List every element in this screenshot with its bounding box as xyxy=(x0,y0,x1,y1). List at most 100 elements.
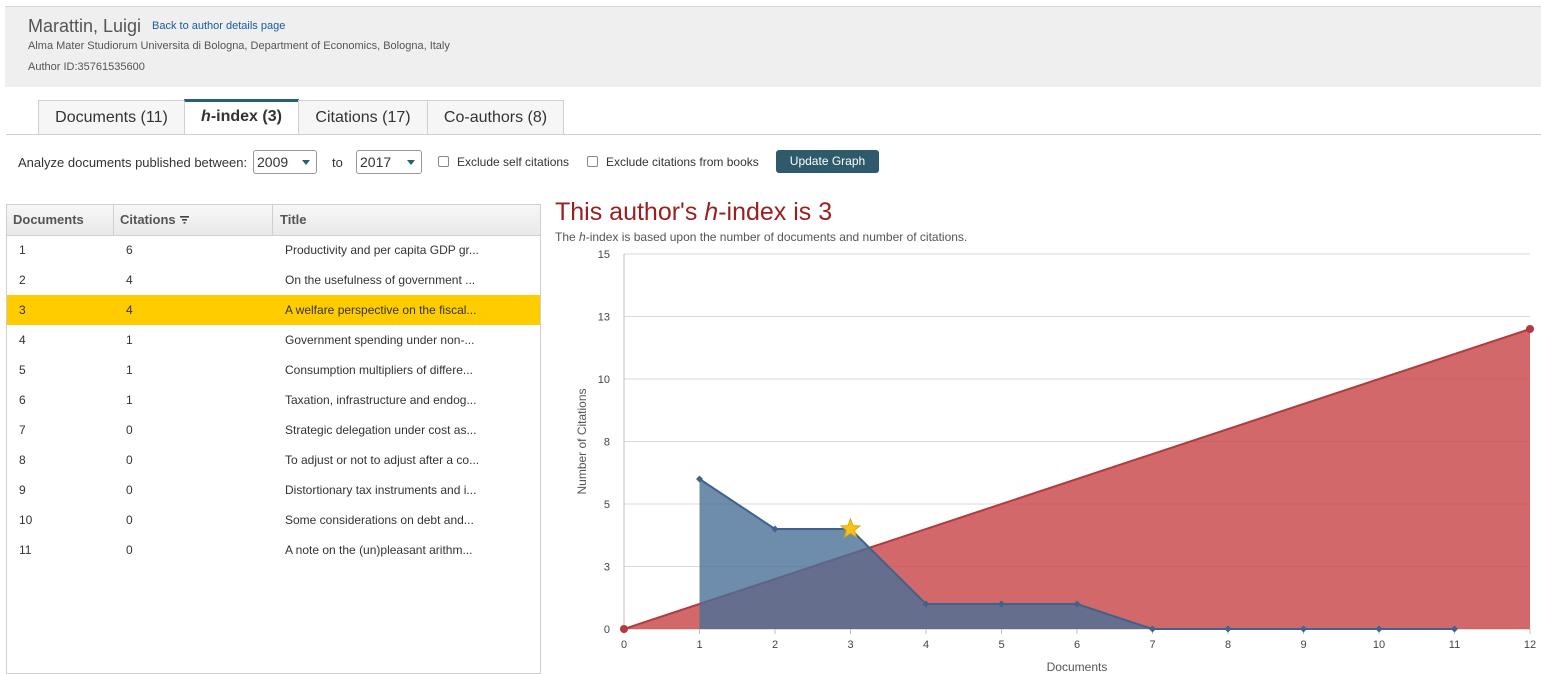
exclude-self-citations-checkbox[interactable] xyxy=(438,156,449,167)
tab-documents-label: Documents (11) xyxy=(55,109,168,126)
cell-documents: 6 xyxy=(19,393,26,407)
cell-documents: 5 xyxy=(19,363,26,377)
author-header: Marattin, Luigi Back to author details p… xyxy=(5,6,1541,87)
back-to-author-details-link[interactable]: Back to author details page xyxy=(152,20,285,32)
cell-citations: 4 xyxy=(126,273,133,287)
table-row[interactable]: 4 1 Government spending under non-... xyxy=(7,325,540,355)
tab-co-authors[interactable]: Co-authors (8) xyxy=(427,100,564,134)
sort-icon xyxy=(179,215,189,224)
update-graph-button[interactable]: Update Graph xyxy=(776,150,879,173)
from-year-value: 2009 xyxy=(257,154,289,170)
y-tick-label: 0 xyxy=(604,624,610,636)
table-row[interactable]: 7 0 Strategic delegation under cost as... xyxy=(7,415,540,445)
y-tick-label: 10 xyxy=(598,374,610,386)
table-row[interactable]: 2 4 On the usefulness of government ... xyxy=(7,265,540,295)
y-tick-label: 3 xyxy=(604,562,610,574)
table-row[interactable]: 5 1 Consumption multipliers of differe... xyxy=(7,355,540,385)
cell-documents: 11 xyxy=(19,543,32,557)
y-axis-title: Number of Citations xyxy=(575,388,589,494)
table-row[interactable]: 9 0 Distortionary tax instruments and i... xyxy=(7,475,540,505)
exclude-book-citations-checkbox[interactable] xyxy=(587,156,598,167)
cell-citations: 1 xyxy=(126,363,133,377)
cell-title[interactable]: To adjust or not to adjust after a co... xyxy=(285,445,485,475)
x-tick-label: 7 xyxy=(1149,639,1155,651)
x-tick-label: 8 xyxy=(1225,639,1231,651)
table-row[interactable]: 10 0 Some considerations on debt and... xyxy=(7,505,540,535)
h-index-description: The h-index is based upon the number of … xyxy=(555,230,967,244)
x-tick-label: 1 xyxy=(696,639,702,651)
cell-title[interactable]: A note on the (un)pleasant arithm... xyxy=(285,535,485,565)
analyze-label: Analyze documents published between: xyxy=(18,155,248,170)
x-tick-label: 0 xyxy=(621,639,627,651)
table-row[interactable]: 1 6 Productivity and per capita GDP gr... xyxy=(7,235,540,265)
y-tick-label: 13 xyxy=(598,312,610,324)
y-tick-label: 15 xyxy=(598,249,610,261)
tab-h-index[interactable]: h-index (3) xyxy=(184,99,299,135)
tab-co-authors-label: Co-authors (8) xyxy=(443,109,548,126)
col-header-title[interactable]: Title xyxy=(280,205,307,235)
cell-title[interactable]: Distortionary tax instruments and i... xyxy=(285,475,485,505)
col-header-documents[interactable]: Documents xyxy=(13,205,84,235)
y-tick-label: 5 xyxy=(604,499,610,511)
cell-documents: 4 xyxy=(19,333,26,347)
cell-citations: 0 xyxy=(126,483,133,497)
exclude-book-citations-label: Exclude citations from books xyxy=(606,155,759,169)
h-index-heading: This author's h-index is 3 xyxy=(555,198,832,227)
cell-documents: 10 xyxy=(19,513,33,527)
exclude-self-citations-label: Exclude self citations xyxy=(457,155,570,169)
author-affiliation: Alma Mater Studiorum Universita di Bolog… xyxy=(28,40,450,52)
cell-citations: 4 xyxy=(126,303,133,317)
to-year-select[interactable]: 2017 xyxy=(356,150,422,174)
cell-citations: 1 xyxy=(126,333,133,347)
x-tick-label: 2 xyxy=(772,639,778,651)
cell-citations: 0 xyxy=(126,513,133,527)
col-header-citations[interactable]: Citations xyxy=(120,205,189,235)
tab-documents[interactable]: Documents (11) xyxy=(38,100,185,134)
cell-title[interactable]: Productivity and per capita GDP gr... xyxy=(285,235,485,265)
table-row[interactable]: 6 1 Taxation, infrastructure and endog... xyxy=(7,385,540,415)
table-row[interactable]: 8 0 To adjust or not to adjust after a co.… xyxy=(7,445,540,475)
h-index-heading-pre: This author's xyxy=(555,198,705,226)
cell-citations: 0 xyxy=(126,423,133,437)
h-index-description-pre: The xyxy=(555,230,580,244)
documents-table: Documents Citations Title 1 6 Productivity… xyxy=(6,204,541,674)
h-index-heading-italic: h xyxy=(704,198,719,226)
cell-title[interactable]: Taxation, infrastructure and endog... xyxy=(285,385,485,415)
cell-title[interactable]: A welfare perspective on the fiscal... xyxy=(285,295,485,325)
x-tick-label: 9 xyxy=(1300,639,1306,651)
column-divider xyxy=(113,205,114,235)
x-tick-label: 11 xyxy=(1449,639,1460,651)
h-index-description-italic: h xyxy=(579,230,586,244)
cell-title[interactable]: On the usefulness of government ... xyxy=(285,265,485,295)
cell-citations: 0 xyxy=(126,543,133,557)
cell-citations: 6 xyxy=(126,243,133,257)
h-index-heading-post: -index is 3 xyxy=(718,198,833,226)
tab-h-index-label: -index (3) xyxy=(210,108,282,125)
cell-title[interactable]: Some considerations on debt and... xyxy=(285,505,485,535)
cell-documents: 2 xyxy=(19,273,26,287)
from-year-select[interactable]: 2009 xyxy=(253,150,317,174)
table-row[interactable]: 3 4 A welfare perspective on the fiscal... xyxy=(7,295,540,325)
data-point xyxy=(620,625,628,633)
to-year-value: 2017 xyxy=(360,154,392,170)
author-id: Author ID:35761535600 xyxy=(28,61,145,73)
x-tick-label: 3 xyxy=(847,639,853,651)
chevron-down-icon xyxy=(302,160,310,165)
cell-title[interactable]: Strategic delegation under cost as... xyxy=(285,415,485,445)
table-row[interactable]: 11 0 A note on the (un)pleasant arithm... xyxy=(7,535,540,565)
h-index-description-post: -index is based upon the number of docum… xyxy=(585,230,968,244)
x-tick-label: 10 xyxy=(1373,639,1385,651)
col-header-citations-label: Citations xyxy=(120,212,176,227)
column-divider xyxy=(272,205,273,235)
tab-h-index-italic: h xyxy=(201,108,211,125)
table-header: Documents Citations Title xyxy=(7,205,540,236)
x-tick-label: 5 xyxy=(998,639,1004,651)
data-point xyxy=(1526,325,1534,333)
tab-citations-label: Citations (17) xyxy=(315,109,411,126)
cell-documents: 8 xyxy=(19,453,26,467)
tab-citations[interactable]: Citations (17) xyxy=(298,100,428,134)
author-name: Marattin, Luigi xyxy=(28,16,142,36)
cell-title[interactable]: Government spending under non-... xyxy=(285,325,485,355)
cell-title[interactable]: Consumption multipliers of differe... xyxy=(285,355,485,385)
cell-documents: 3 xyxy=(19,303,26,317)
